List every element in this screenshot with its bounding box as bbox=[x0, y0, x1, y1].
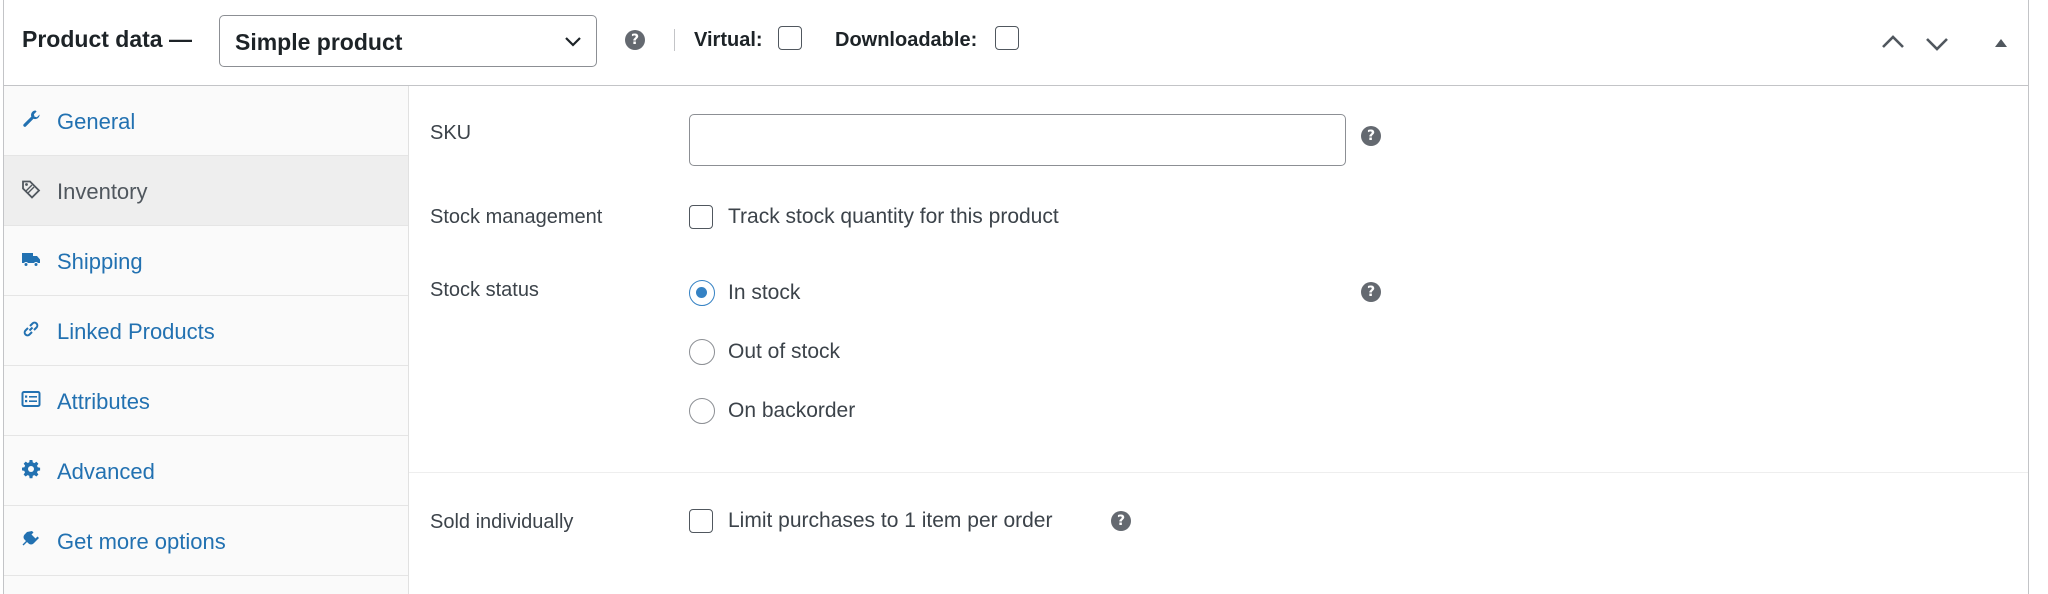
panel-title: Product data — bbox=[22, 26, 192, 52]
stock-status-radio-out-of-stock[interactable] bbox=[689, 339, 715, 365]
plug-icon bbox=[22, 531, 39, 546]
stock-status-radio-on-backorder[interactable] bbox=[689, 398, 715, 424]
header-divider bbox=[674, 29, 675, 51]
virtual-label: Virtual: bbox=[694, 29, 763, 51]
stock-management-label: Stock management bbox=[430, 206, 603, 228]
tab-shipping[interactable]: Shipping bbox=[4, 226, 408, 296]
gear-icon bbox=[22, 460, 41, 479]
tab-get-more-options[interactable]: Get more options bbox=[4, 506, 408, 576]
tab-linked-products-label: Linked Products bbox=[57, 319, 215, 344]
move-up-icon[interactable] bbox=[1878, 28, 1908, 58]
move-down-icon[interactable] bbox=[1922, 28, 1952, 58]
tab-general[interactable]: General bbox=[4, 86, 408, 156]
tab-advanced[interactable]: Advanced bbox=[4, 436, 408, 506]
section-divider bbox=[409, 472, 2028, 473]
sold-individually-checkbox-label: Limit purchases to 1 item per order bbox=[728, 509, 1053, 532]
stock-status-option-label: On backorder bbox=[728, 399, 856, 422]
stock-status-radio-in-stock[interactable] bbox=[689, 280, 715, 306]
tab-get-more-options-label: Get more options bbox=[57, 529, 226, 554]
tab-linked-products[interactable]: Linked Products bbox=[4, 296, 408, 366]
collapse-panel-icon[interactable] bbox=[1986, 28, 2016, 58]
tab-inventory-label: Inventory bbox=[57, 179, 148, 204]
truck-icon bbox=[22, 253, 40, 267]
stock-status-option-label: In stock bbox=[728, 281, 801, 304]
product-data-panel: Product data — Simple product ? Virtual:… bbox=[3, 0, 2029, 594]
tab-attributes-label: Attributes bbox=[57, 389, 150, 414]
tab-attributes[interactable]: Attributes bbox=[4, 366, 408, 436]
product-type-value: Simple product bbox=[235, 29, 403, 55]
downloadable-label: Downloadable: bbox=[835, 29, 978, 51]
track-stock-label: Track stock quantity for this product bbox=[728, 205, 1059, 228]
inventory-panel: SKU ? Stock management Track stock quant… bbox=[409, 86, 2028, 594]
stock-status-help-icon[interactable]: ? bbox=[1361, 282, 1381, 302]
tab-shipping-label: Shipping bbox=[57, 249, 143, 274]
sku-input[interactable] bbox=[689, 114, 1346, 166]
track-stock-checkbox[interactable] bbox=[689, 205, 713, 229]
tag-icon bbox=[22, 180, 41, 199]
stock-status-label: Stock status bbox=[430, 279, 539, 301]
sku-help-icon[interactable]: ? bbox=[1361, 126, 1381, 146]
sold-individually-checkbox[interactable] bbox=[689, 509, 713, 533]
wrench-icon bbox=[23, 110, 40, 127]
product-data-tabs: General Inventory Shipping Linked Produc… bbox=[4, 86, 409, 594]
tab-advanced-label: Advanced bbox=[57, 459, 155, 484]
sold-individually-label: Sold individually bbox=[430, 511, 574, 533]
product-data-header: Product data — Simple product ? Virtual:… bbox=[4, 0, 2028, 86]
product-type-select[interactable]: Simple product bbox=[219, 15, 597, 67]
sold-individually-help-icon[interactable]: ? bbox=[1111, 511, 1131, 531]
chevron-down-icon bbox=[565, 37, 581, 47]
virtual-checkbox[interactable] bbox=[778, 26, 802, 50]
tab-inventory[interactable]: Inventory bbox=[4, 156, 408, 226]
downloadable-checkbox[interactable] bbox=[995, 26, 1019, 50]
stock-status-option-label: Out of stock bbox=[728, 340, 841, 363]
tab-general-label: General bbox=[57, 109, 136, 134]
link-icon bbox=[23, 321, 39, 337]
product-type-help-icon[interactable]: ? bbox=[625, 30, 645, 50]
list-icon bbox=[21, 391, 41, 407]
sku-label: SKU bbox=[430, 122, 472, 144]
